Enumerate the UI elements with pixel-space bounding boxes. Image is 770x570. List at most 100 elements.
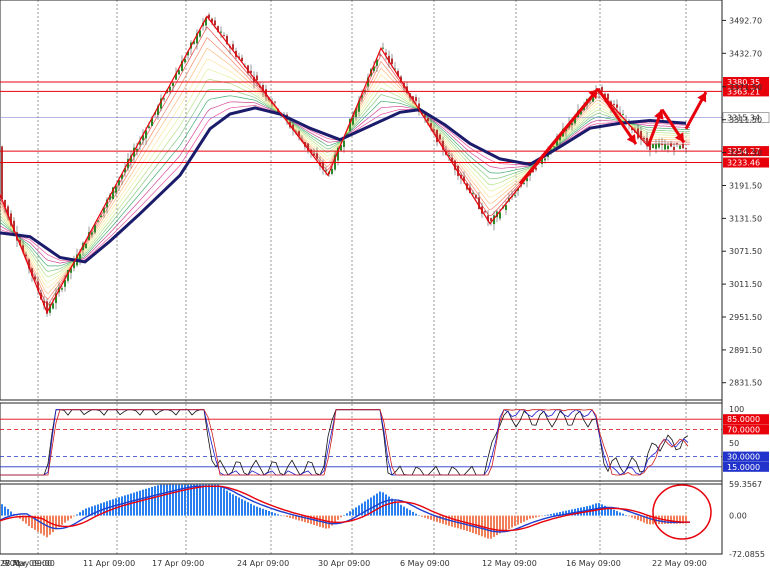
macd-bar <box>289 515 291 518</box>
macd-bar <box>76 514 78 516</box>
oscillator-level-label: 70.0000 <box>727 425 760 434</box>
macd-bar <box>514 515 516 526</box>
macd-bar <box>214 484 216 516</box>
macd-bar <box>403 506 405 516</box>
macd-bar <box>133 492 135 516</box>
macd-bar <box>535 515 537 518</box>
macd-bar <box>346 513 348 516</box>
macd-bar <box>166 484 168 516</box>
macd-bar <box>619 512 621 516</box>
macd-bar <box>85 508 87 516</box>
candle-body <box>331 168 333 174</box>
price-tick-label: 2831.50 <box>729 379 762 388</box>
candle-body <box>1 146 3 200</box>
macd-bar <box>73 515 75 517</box>
macd-bar <box>544 515 546 516</box>
macd-bar <box>280 515 282 516</box>
candle-body <box>178 70 180 75</box>
candle-body <box>613 103 615 105</box>
candle-body <box>490 218 492 221</box>
macd-bar <box>529 515 531 519</box>
macd-bar <box>337 515 339 520</box>
macd-bar <box>136 491 138 516</box>
candle-body <box>148 126 150 129</box>
candle-body <box>505 205 507 210</box>
macd-bar <box>271 512 273 516</box>
oscillator-tick-label: 100 <box>729 405 744 414</box>
macd-bar <box>142 489 144 516</box>
time-tick-label: 6 May 09:00 <box>400 559 450 568</box>
macd-bar <box>613 509 615 516</box>
candle-body <box>214 20 216 26</box>
oscillator-level-label: 85.0000 <box>727 415 760 424</box>
candle-body <box>223 35 225 37</box>
macd-bar <box>523 515 525 522</box>
macd-bar <box>1 504 3 516</box>
macd-bar <box>340 515 342 518</box>
candle-body <box>514 194 516 196</box>
candle-body <box>274 101 276 103</box>
macd-bar <box>502 515 504 532</box>
macd-bar <box>241 499 243 516</box>
candle-body <box>25 254 27 256</box>
candle-body <box>163 98 165 100</box>
macd-bar <box>625 515 627 516</box>
time-tick-label: 28 May 09:00 <box>0 559 55 568</box>
macd-bar <box>250 503 252 516</box>
candle-body <box>622 114 624 116</box>
candle-body <box>91 232 93 235</box>
time-tick-label: 30 Apr 09:00 <box>318 559 370 568</box>
candle-body <box>256 75 258 81</box>
candle-body <box>682 143 684 149</box>
macd-bar <box>151 487 153 516</box>
macd-bar <box>622 513 624 516</box>
price-tick-label: 3131.50 <box>729 214 762 223</box>
macd-bar <box>382 492 384 516</box>
macd-bar <box>355 507 357 516</box>
candle-body <box>391 58 393 64</box>
macd-bar <box>94 505 96 516</box>
macd-bar <box>553 513 555 516</box>
macd-bar <box>232 494 234 516</box>
candle-body <box>484 211 486 213</box>
macd-bar <box>541 515 543 517</box>
candle-body <box>679 145 681 149</box>
price-tick-label: 2891.50 <box>729 346 762 355</box>
macd-bar <box>409 510 411 516</box>
macd-bar <box>169 484 171 516</box>
candle-body <box>553 146 555 148</box>
macd-bar <box>400 504 402 516</box>
time-tick-label: 24 Apr 09:00 <box>237 559 289 568</box>
candle-body <box>523 183 525 184</box>
macd-tick-label: 59.3567 <box>729 480 762 489</box>
candle-body <box>172 82 174 87</box>
candle-body <box>667 145 669 149</box>
macd-bar <box>202 484 204 516</box>
macd-bar <box>508 515 510 529</box>
price-tick-label: 2951.50 <box>729 313 762 322</box>
macd-bar <box>208 484 210 516</box>
candle-body <box>298 131 300 136</box>
macd-bar <box>139 490 141 516</box>
macd-bar <box>55 515 57 530</box>
candle-body <box>652 144 654 149</box>
candle-body <box>52 303 54 309</box>
macd-bar <box>517 515 519 525</box>
macd-bar <box>616 511 618 516</box>
macd-bar <box>226 490 228 516</box>
macd-bar <box>505 515 507 531</box>
macd-bar <box>130 493 132 516</box>
macd-bar <box>292 515 294 519</box>
candle-body <box>220 31 222 33</box>
candle-body <box>472 192 474 194</box>
macd-bar <box>238 497 240 516</box>
candle-body <box>676 143 678 145</box>
chart-canvas: 3380.353363.213254.273233.463315.34 85.0… <box>0 0 770 570</box>
macd-bar <box>160 484 162 516</box>
oscillator-level-label: 15.0000 <box>727 463 760 472</box>
macd-tick-label: -72.0855 <box>729 550 765 559</box>
macd-bar <box>175 484 177 516</box>
macd-bar <box>223 488 225 516</box>
price-tick-label: 3071.50 <box>729 247 762 256</box>
candle-body <box>499 212 501 219</box>
